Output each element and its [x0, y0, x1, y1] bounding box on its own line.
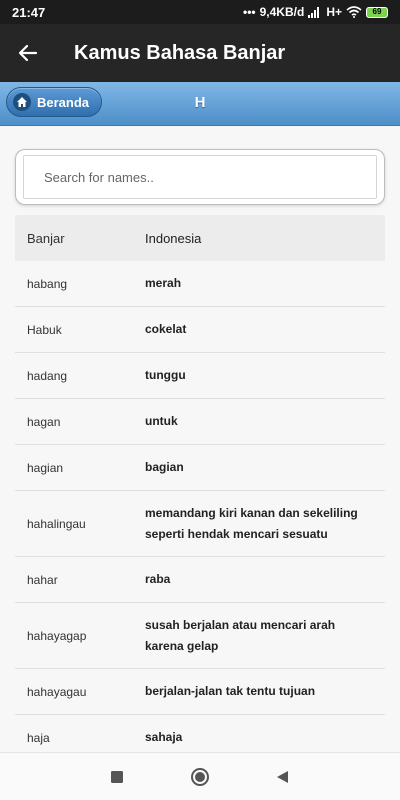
square-icon [111, 771, 123, 783]
wifi-icon [346, 6, 362, 18]
back-arrow-icon [18, 44, 38, 62]
banjar-word: haja [27, 730, 50, 745]
table-row[interactable]: haja sahaja [15, 715, 385, 752]
indonesian-meaning: berjalan-jalan tak tentu tujuan [145, 684, 316, 698]
table-header: Banjar Indonesia [15, 215, 385, 261]
circle-icon [191, 768, 209, 786]
table-row[interactable]: hahayagap susah berjalan atau mencari ar… [15, 603, 385, 669]
indonesian-meaning: sahaja [145, 730, 183, 744]
banjar-word: hadang [27, 368, 68, 383]
table-row[interactable]: hahar raba [15, 557, 385, 603]
search-container [15, 149, 385, 205]
app-title: Kamus Bahasa Banjar [74, 41, 286, 64]
table-row[interactable]: habang merah [15, 261, 385, 307]
indonesian-meaning: untuk [145, 414, 178, 428]
indonesian-meaning: cokelat [145, 322, 187, 336]
back-button[interactable] [0, 24, 56, 82]
indonesian-meaning: tunggu [145, 368, 186, 382]
banjar-word: hahar [27, 572, 58, 587]
indonesian-meaning: merah [145, 276, 182, 290]
home-button[interactable]: Beranda [6, 87, 103, 117]
battery-icon: 69 [366, 6, 388, 18]
dictionary-table: Banjar Indonesia habang merah Habuk coke… [15, 215, 385, 752]
home-button-label: Beranda [37, 94, 90, 110]
indonesian-meaning: susah berjalan atau mencari arah karena … [145, 617, 336, 653]
recents-button[interactable] [107, 767, 127, 787]
indonesian-meaning: memandang kiri kanan dan sekeliling sepe… [145, 505, 358, 541]
more-dots-icon: ••• [243, 5, 256, 19]
status-bar: 21:47 ••• 9,4KB/d H+ 69 [0, 0, 400, 24]
banjar-word: hahalingau [27, 516, 86, 531]
app-bar: Kamus Bahasa Banjar [0, 24, 400, 82]
column-header-banjar: Banjar [27, 230, 65, 246]
triangle-back-icon [277, 771, 288, 783]
banjar-word: hahayagau [27, 684, 87, 699]
column-header-indonesia: Indonesia [145, 230, 202, 246]
page-header: Beranda H [0, 82, 400, 126]
main-content: Banjar Indonesia habang merah Habuk coke… [0, 127, 400, 752]
banjar-word: hahayagap [27, 628, 87, 643]
status-time: 21:47 [12, 5, 46, 20]
indonesian-meaning: raba [145, 572, 171, 586]
search-input[interactable] [23, 155, 377, 199]
status-icons: ••• 9,4KB/d H+ 69 [243, 5, 388, 19]
signal-icon [308, 7, 320, 18]
system-nav-bar [0, 752, 400, 800]
table-row[interactable]: Habuk cokelat [15, 307, 385, 353]
table-row[interactable]: hadang tunggu [15, 353, 385, 399]
table-row[interactable]: hagian bagian [15, 445, 385, 491]
table-row[interactable]: hahayagau berjalan-jalan tak tentu tujua… [15, 669, 385, 715]
banjar-word: habang [27, 276, 68, 291]
table-row[interactable]: hagan untuk [15, 399, 385, 445]
signal-type: H+ [326, 5, 342, 19]
home-icon [13, 93, 31, 111]
banjar-word: hagan [27, 414, 61, 429]
home-nav-button[interactable] [190, 767, 210, 787]
table-row[interactable]: hahalingau memandang kiri kanan dan seke… [15, 491, 385, 557]
banjar-word: Habuk [27, 322, 62, 337]
indonesian-meaning: bagian [145, 460, 184, 474]
back-nav-button[interactable] [272, 767, 292, 787]
banjar-word: hagian [27, 460, 64, 475]
network-speed: 9,4KB/d [259, 5, 305, 19]
